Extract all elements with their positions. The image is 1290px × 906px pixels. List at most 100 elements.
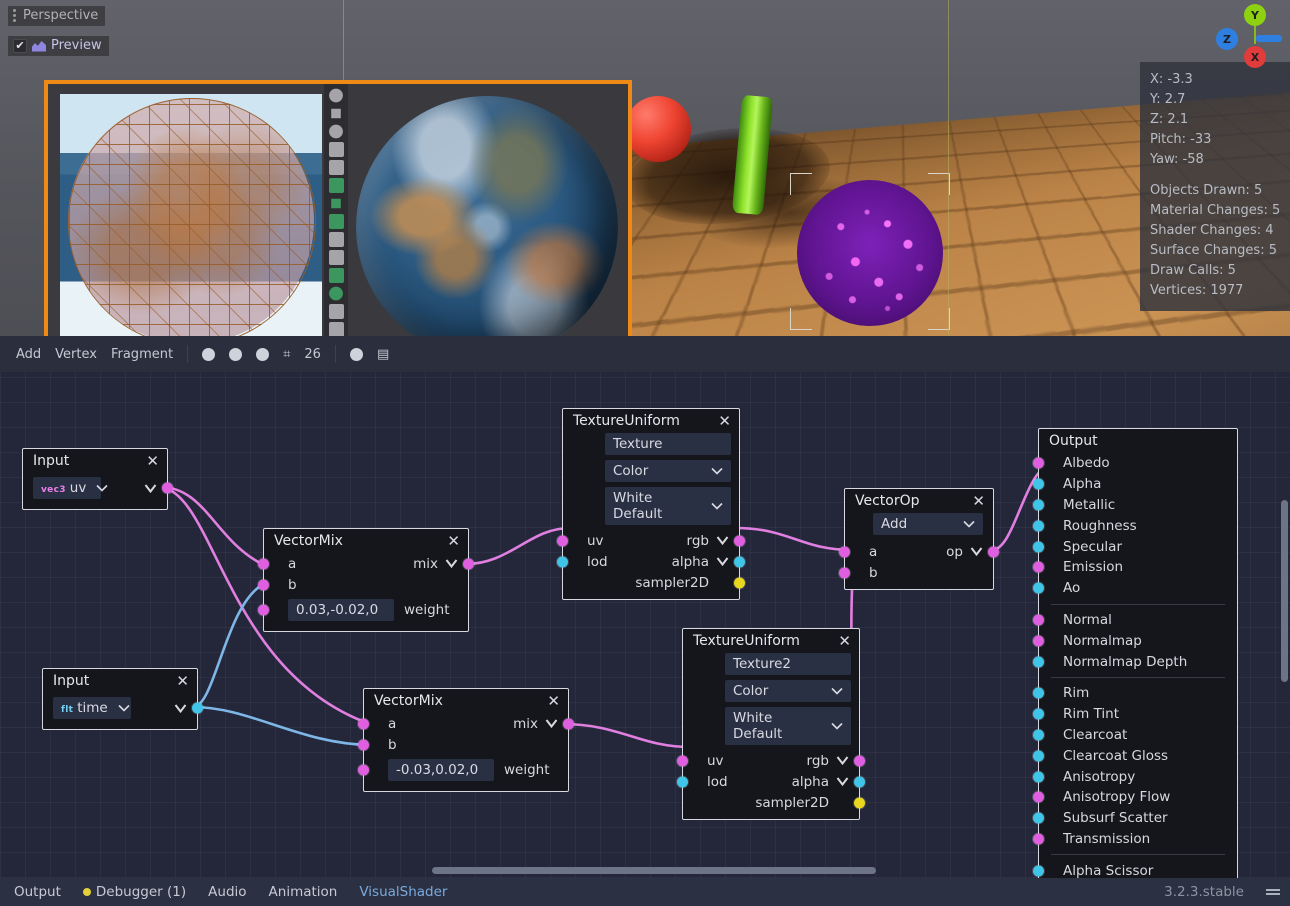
input-port-albedo[interactable]	[1033, 458, 1044, 469]
tab-audio[interactable]: Audio	[208, 884, 246, 900]
port-row-b[interactable]: b	[845, 562, 993, 583]
port-row-b[interactable]: b	[364, 734, 568, 755]
shader-code-icon[interactable]: ▤	[377, 347, 389, 362]
port-expand-icon[interactable]	[970, 547, 983, 556]
preview-tool-snap-icon[interactable]	[329, 178, 344, 193]
gizmo-z-axis-icon[interactable]: Z	[1216, 28, 1238, 50]
preview-tool-copy-icon[interactable]	[329, 322, 344, 336]
input-port-anisotropy-flow[interactable]	[1033, 792, 1044, 803]
port-row-uv[interactable]: uv rgb	[683, 750, 859, 771]
fragment-mode-button[interactable]: Fragment	[111, 347, 173, 362]
add-node-button[interactable]: Add	[16, 347, 41, 362]
delete-nodes-icon[interactable]	[350, 348, 363, 361]
output-port-mix[interactable]	[563, 718, 574, 729]
close-icon[interactable]: ✕	[447, 535, 460, 547]
output-port-row[interactable]: Rim	[1039, 683, 1237, 704]
uniform-name-field[interactable]: Texture	[605, 433, 731, 455]
output-port-mix[interactable]	[463, 558, 474, 569]
axis-gizmo[interactable]: Y Z X	[1206, 2, 1282, 72]
output-port-row[interactable]: Alpha	[1039, 474, 1237, 495]
close-icon[interactable]: ✕	[718, 415, 731, 427]
uniform-default-select[interactable]: White Default	[725, 707, 851, 745]
zoom-in-icon[interactable]	[256, 348, 269, 361]
output-port-row[interactable]: Roughness	[1039, 515, 1237, 536]
output-port-row[interactable]: Subsurf Scatter	[1039, 808, 1237, 829]
node-header[interactable]: VectorMix ✕	[264, 529, 468, 553]
3d-viewport[interactable]: Perspective ✔ Preview X: -3.3 Y: 2.7 Z: …	[0, 0, 1290, 336]
output-port-uv[interactable]	[162, 483, 173, 494]
uniform-type-select[interactable]: Color	[725, 680, 851, 702]
input-port-lod[interactable]	[677, 776, 688, 787]
input-port-clearcoat[interactable]	[1033, 729, 1044, 740]
input-port-normalmap-depth[interactable]	[1033, 656, 1044, 667]
grid-snap-icon[interactable]: ⌗	[283, 347, 290, 362]
input-type-select[interactable]: vec3uv	[33, 477, 101, 499]
uniform-default-select[interactable]: White Default	[605, 487, 731, 525]
node-header[interactable]: Output	[1039, 429, 1237, 453]
input-port-normalmap[interactable]	[1033, 635, 1044, 646]
port-row-lod[interactable]: lod alpha	[683, 771, 859, 792]
input-port-emission[interactable]	[1033, 562, 1044, 573]
node-header[interactable]: Input ✕	[43, 669, 197, 693]
port-expand-icon[interactable]	[144, 484, 157, 493]
input-port-a[interactable]	[358, 718, 369, 729]
node-vectormix-2[interactable]: VectorMix ✕ a mix b -0.03,0	[363, 688, 569, 792]
output-port-op[interactable]	[988, 546, 999, 557]
operation-select[interactable]: Add	[873, 513, 983, 535]
output-port-row[interactable]: Clearcoat	[1039, 725, 1237, 746]
graph-horizontal-scrollbar[interactable]	[432, 867, 876, 874]
input-selector-row[interactable]: vec3uv	[23, 473, 167, 503]
vertex-mode-button[interactable]: Vertex	[55, 347, 97, 362]
input-port-a[interactable]	[258, 558, 269, 569]
input-port-normal[interactable]	[1033, 614, 1044, 625]
preview-tool-grid-icon[interactable]	[329, 196, 344, 211]
output-port-alpha[interactable]	[854, 776, 865, 787]
shader-preview-window[interactable]	[44, 80, 632, 336]
port-row-lod[interactable]: lod alpha	[563, 551, 739, 572]
output-port-alpha[interactable]	[734, 556, 745, 567]
port-expand-icon[interactable]	[716, 536, 729, 545]
output-port-row[interactable]: Transmission	[1039, 829, 1237, 850]
output-port-rgb[interactable]	[734, 535, 745, 546]
port-expand-icon[interactable]	[836, 777, 849, 786]
input-port-b[interactable]	[358, 739, 369, 750]
output-port-row[interactable]: Clearcoat Gloss	[1039, 745, 1237, 766]
input-port-weight[interactable]	[258, 605, 269, 616]
preview-tool-paint-icon[interactable]	[329, 268, 344, 283]
preview-toggle[interactable]: ✔ Preview	[8, 36, 109, 56]
node-textureuniform-2[interactable]: TextureUniform ✕ Texture2 Color White De…	[682, 628, 860, 820]
weight-value-field[interactable]: 0.03,-0.02,0	[288, 599, 394, 621]
input-port-b[interactable]	[258, 579, 269, 590]
preview-tool-node-icon[interactable]	[329, 304, 344, 319]
input-port-weight[interactable]	[358, 765, 369, 776]
preview-checkbox-icon[interactable]: ✔	[13, 39, 27, 53]
input-port-specular[interactable]	[1033, 541, 1044, 552]
preview-tool-light-icon[interactable]	[329, 250, 344, 265]
output-port-row[interactable]: Rim Tint	[1039, 704, 1237, 725]
graph-vertical-scrollbar[interactable]	[1281, 500, 1288, 682]
node-textureuniform-1[interactable]: TextureUniform ✕ Texture Color White Def…	[562, 408, 740, 600]
output-port-rgb[interactable]	[854, 755, 865, 766]
port-row-a[interactable]: a op	[845, 541, 993, 562]
port-row-sampler[interactable]: sampler2D	[563, 572, 739, 593]
node-vectorop[interactable]: VectorOp ✕ Add a op	[844, 488, 994, 590]
input-port-uv[interactable]	[557, 535, 568, 546]
gizmo-x-axis-icon[interactable]: X	[1244, 46, 1266, 68]
zoom-reset-icon[interactable]	[202, 348, 215, 361]
preview-tool-refresh-icon[interactable]	[329, 286, 344, 301]
port-row-b[interactable]: b	[264, 574, 468, 595]
input-port-alpha[interactable]	[1033, 479, 1044, 490]
input-port-alpha-scissor[interactable]	[1033, 865, 1044, 876]
resize-grip-icon[interactable]	[1266, 886, 1280, 898]
preview-tool-palette[interactable]	[324, 84, 348, 336]
tab-output[interactable]: Output	[14, 884, 61, 900]
input-port-metallic[interactable]	[1033, 499, 1044, 510]
port-row-uv[interactable]: uv rgb	[563, 530, 739, 551]
zoom-out-icon[interactable]	[229, 348, 242, 361]
input-selector-row[interactable]: flttime	[43, 693, 197, 723]
uniform-name-field[interactable]: Texture2	[725, 653, 851, 675]
output-port-row[interactable]: Anisotropy	[1039, 766, 1237, 787]
close-icon[interactable]: ✕	[547, 695, 560, 707]
input-port-lod[interactable]	[557, 556, 568, 567]
port-row-a[interactable]: a mix	[364, 713, 568, 734]
